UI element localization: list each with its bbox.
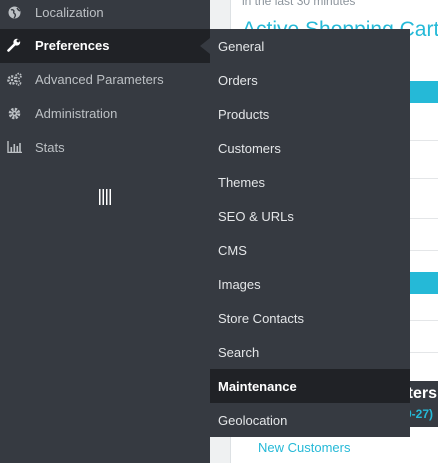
submenu-pointer [200,38,210,54]
sidebar-item-label: Preferences [35,38,110,53]
submenu-item-label: Maintenance [218,379,297,394]
sidebar-item-stats[interactable]: Stats [0,131,210,165]
collapse-handle-icon[interactable] [99,189,111,205]
submenu-item-general[interactable]: General [210,29,410,63]
submenu-item-search[interactable]: Search [210,335,410,369]
sidebar-item-label: Stats [35,140,65,155]
sidebar-item-label: Localization [35,5,104,20]
sidebar-item-localization[interactable]: Localization [0,0,210,30]
submenu-item-label: General [218,39,265,54]
submenu-item-maintenance[interactable]: Maintenance [210,369,410,403]
submenu-item-label: Orders [218,73,258,88]
wrench-icon [6,37,22,53]
submenu-item-label: Customers [218,141,281,156]
submenu-item-label: Store Contacts [218,311,304,326]
submenu-item-orders[interactable]: Orders [210,63,410,97]
submenu-item-label: Products [218,107,270,122]
sidebar-item-administration[interactable]: Administration [0,97,210,131]
submenu-item-seo-urls[interactable]: SEO & URLs [210,199,410,233]
sidebar-item-preferences[interactable]: Preferences [0,29,210,63]
submenu-item-label: Geolocation [218,413,288,428]
cogs-icon [6,71,22,87]
submenu-item-label: SEO & URLs [218,209,294,224]
new-customers-link[interactable]: New Customers [258,440,350,455]
submenu-item-geolocation[interactable]: Geolocation [210,403,410,437]
submenu-item-cms[interactable]: CMS [210,233,410,267]
submenu-item-products[interactable]: Products [210,97,410,131]
submenu-item-label: Search [218,345,260,360]
sidebar-item-label: Administration [35,106,118,121]
submenu-item-label: CMS [218,243,247,258]
sidebar-item-advanced-parameters[interactable]: Advanced Parameters [0,63,210,97]
submenu-item-themes[interactable]: Themes [210,165,410,199]
preferences-submenu: General Orders Products Customers Themes… [210,29,410,437]
globe-icon [6,4,22,20]
submenu-item-customers[interactable]: Customers [210,131,410,165]
submenu-item-store-contacts[interactable]: Store Contacts [210,301,410,335]
bar-chart-icon [6,139,22,155]
submenu-item-label: Images [218,277,261,292]
sidebar: Localization Preferences Advanced Parame… [0,0,210,463]
submenu-item-images[interactable]: Images [210,267,410,301]
submenu-item-label: Themes [218,175,265,190]
gear-icon [6,105,22,121]
stats-block-title: ters [407,385,437,402]
panel-subtitle: in the last 30 minutes [242,0,356,8]
sidebar-item-label: Advanced Parameters [35,72,164,87]
